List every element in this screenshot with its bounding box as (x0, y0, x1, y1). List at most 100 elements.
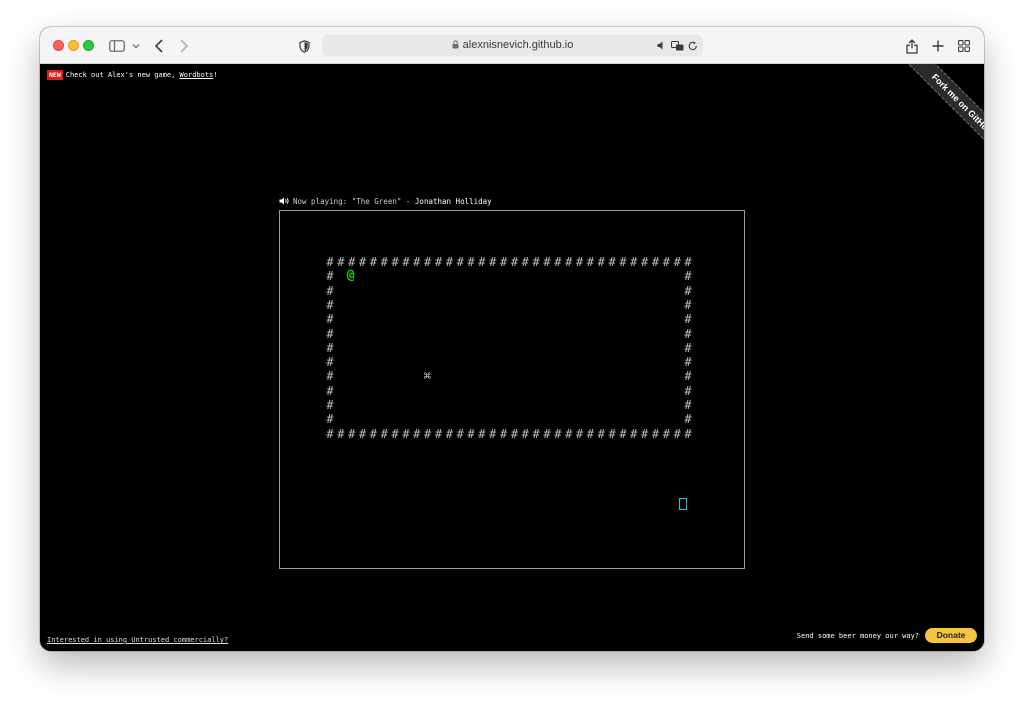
game-screen[interactable]: # # # # # # # # # # # # # # # # # # # # # # # # # # # # # # # # # # # # # # # #… (279, 210, 745, 569)
wall-tile: # (575, 255, 584, 269)
computer-item: ⌘ (423, 369, 431, 384)
privacy-shield-icon[interactable] (294, 36, 314, 56)
wall-tile: # (489, 255, 497, 269)
wall-tile: # (597, 426, 605, 441)
address-bar[interactable]: alexnisnevich.github.io (322, 35, 703, 56)
wall-tile: # (358, 426, 367, 441)
wall-tile: # (641, 426, 649, 441)
wall-tile: # (684, 312, 692, 327)
chevron-down-icon[interactable] (126, 36, 146, 56)
wall-tile: # (684, 398, 692, 412)
wall-tile: # (575, 426, 584, 441)
wall-tile: # (684, 269, 692, 284)
wall-tile: # (369, 255, 377, 269)
speaker-icon[interactable] (657, 38, 666, 53)
wordbots-link[interactable]: Wordbots (180, 71, 214, 79)
wall-tile: # (326, 297, 334, 312)
forward-icon[interactable] (174, 36, 194, 56)
wall-tile: # (684, 383, 692, 398)
wall-tile: # (554, 255, 562, 269)
wall-tile: # (434, 426, 443, 441)
notice-text: Check out Alex's new game, (65, 71, 180, 79)
donate-button[interactable]: Donate (925, 628, 977, 643)
wall-tile: # (684, 369, 692, 384)
wall-tile: # (608, 426, 616, 441)
wall-tile: # (532, 426, 540, 441)
wall-tile: # (684, 283, 692, 298)
wall-tile: # (608, 255, 616, 269)
now-playing-artist: Jonathan Holliday (414, 197, 492, 206)
wall-tile: # (597, 255, 605, 269)
tab-overview-icon[interactable] (954, 36, 974, 56)
wall-tile: # (402, 255, 410, 269)
wall-tile: # (456, 255, 464, 269)
wall-tile: # (478, 255, 486, 269)
player-character: @ (346, 268, 355, 284)
wall-tile: # (651, 255, 660, 269)
wall-tile: # (326, 283, 334, 298)
commercial-use-link[interactable]: Interested in using Untrusted commercial… (47, 636, 228, 644)
wall-tile: # (478, 426, 486, 441)
wall-tile: # (684, 340, 692, 355)
sidebar-toggle-icon[interactable] (107, 36, 127, 56)
wall-tile: # (326, 383, 334, 398)
wall-tile: # (348, 255, 356, 269)
wall-tile: # (445, 255, 453, 269)
fork-me-on-github-link[interactable]: Fork me on GitHub (901, 64, 984, 164)
wall-tile: # (499, 426, 508, 441)
wall-tile: # (641, 255, 649, 269)
wall-tile: # (662, 426, 670, 441)
close-window-button[interactable] (53, 40, 64, 51)
wall-tile: # (554, 426, 562, 441)
url-text: alexnisnevich.github.io (462, 39, 574, 51)
wall-tile: # (630, 255, 638, 269)
wall-tile: # (326, 255, 334, 269)
new-game-notice: NEW Check out Alex's new game, Wordbots! (47, 70, 217, 80)
speaker-icon[interactable] (279, 197, 290, 205)
now-playing: Now playing: "The Green" - Jonathan Holl… (279, 197, 492, 206)
wall-tile: # (630, 426, 638, 441)
wall-tile: # (467, 255, 475, 269)
wall-tile: # (586, 426, 594, 441)
wall-tile: # (380, 255, 388, 269)
wall-tile: # (651, 426, 660, 441)
wall-tile: # (521, 426, 529, 441)
wall-tile: # (380, 426, 388, 441)
wall-tile: # (456, 426, 464, 441)
wall-tile: # (489, 426, 497, 441)
wall-tile: # (326, 398, 334, 412)
wall-tile: # (684, 297, 692, 312)
browser-window: alexnisnevich.github.io NEW Check out Ale… (40, 27, 984, 651)
game-map: # # # # # # # # # # # # # # # # # # # # # # # # # # # # # # # # # # # # # # # #… (280, 211, 744, 568)
wall-tile: # (326, 340, 334, 355)
new-tab-icon[interactable] (928, 36, 948, 56)
wall-tile: # (337, 426, 345, 441)
wall-tile: # (326, 412, 334, 427)
translate-icon[interactable] (671, 38, 684, 53)
wall-tile: # (391, 426, 399, 441)
exit-portal (679, 498, 687, 510)
wall-tile: # (445, 426, 453, 441)
browser-toolbar: alexnisnevich.github.io (40, 27, 984, 64)
wall-tile: # (369, 426, 377, 441)
reload-icon[interactable] (688, 38, 698, 53)
minimize-window-button[interactable] (68, 40, 79, 51)
wall-tile: # (402, 426, 410, 441)
notice-text-end: ! (213, 71, 218, 79)
back-icon[interactable] (149, 36, 169, 56)
wall-tile: # (326, 269, 334, 284)
github-ribbon[interactable]: Fork me on GitHub (884, 64, 984, 164)
wall-tile: # (684, 412, 692, 427)
share-icon[interactable] (902, 36, 922, 56)
page-content: NEW Check out Alex's new game, Wordbots! … (40, 64, 984, 651)
wall-tile: # (499, 255, 508, 269)
zoom-window-button[interactable] (83, 40, 94, 51)
wall-tile: # (326, 326, 334, 341)
wall-tile: # (684, 426, 692, 441)
wall-tile: # (565, 426, 573, 441)
beer-money-text: Send some beer money our way? (796, 632, 919, 640)
now-playing-text: Now playing: "The Green" - (293, 197, 415, 206)
wall-tile: # (326, 369, 334, 384)
wall-tile: # (619, 426, 627, 441)
wall-tile: # (684, 255, 692, 269)
